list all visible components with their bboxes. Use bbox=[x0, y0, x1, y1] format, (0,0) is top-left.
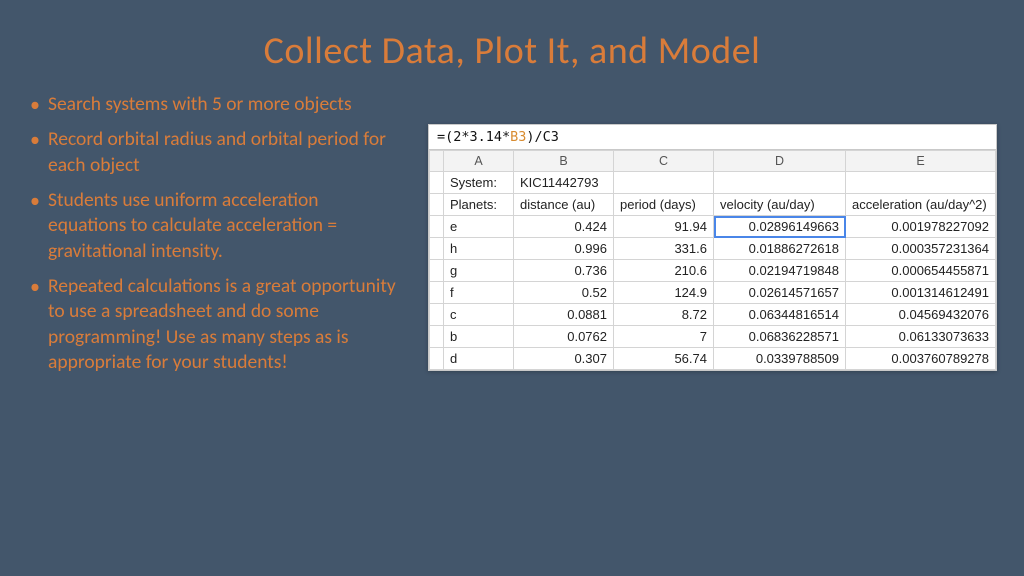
cell[interactable]: 0.06133073633 bbox=[846, 326, 996, 348]
cell[interactable]: 0.06836228571 bbox=[714, 326, 846, 348]
col-header[interactable]: E bbox=[846, 151, 996, 172]
row-stub bbox=[430, 348, 444, 370]
cell[interactable]: 91.94 bbox=[614, 216, 714, 238]
bullet-item: Record orbital radius and orbital period… bbox=[28, 127, 398, 178]
cell[interactable]: 0.04569432076 bbox=[846, 304, 996, 326]
formula-text: =(2*3.14* bbox=[437, 129, 510, 145]
cell[interactable]: System: bbox=[444, 172, 514, 194]
row-stub bbox=[430, 304, 444, 326]
column-header-row: A B C D E bbox=[430, 151, 996, 172]
spreadsheet: =(2*3.14*B3)/C3 A B C D E System: KIC1 bbox=[428, 124, 997, 371]
cell[interactable]: 0.01886272618 bbox=[714, 238, 846, 260]
cell[interactable]: 0.0881 bbox=[514, 304, 614, 326]
formula-bar[interactable]: =(2*3.14*B3)/C3 bbox=[429, 125, 996, 150]
cell[interactable]: 7 bbox=[614, 326, 714, 348]
col-header[interactable]: D bbox=[714, 151, 846, 172]
cell[interactable]: 0.001314612491 bbox=[846, 282, 996, 304]
cell[interactable]: distance (au) bbox=[514, 194, 614, 216]
header-stub bbox=[430, 151, 444, 172]
table-row: d 0.307 56.74 0.0339788509 0.00376078927… bbox=[430, 348, 996, 370]
cell[interactable]: 0.06344816514 bbox=[714, 304, 846, 326]
cell[interactable]: c bbox=[444, 304, 514, 326]
cell[interactable]: 0.307 bbox=[514, 348, 614, 370]
row-stub bbox=[430, 172, 444, 194]
selected-cell[interactable]: 0.02896149663 bbox=[714, 216, 846, 238]
bullet-column: Search systems with 5 or more objects Re… bbox=[28, 92, 398, 385]
slide-body: Search systems with 5 or more objects Re… bbox=[0, 74, 1024, 385]
bullet-item: Students use uniform acceleration equati… bbox=[28, 188, 398, 264]
cell[interactable]: 0.0339788509 bbox=[714, 348, 846, 370]
cell[interactable] bbox=[714, 172, 846, 194]
cell[interactable]: 0.02194719848 bbox=[714, 260, 846, 282]
row-stub bbox=[430, 326, 444, 348]
formula-cell-ref: B3 bbox=[510, 129, 526, 145]
table-row: f 0.52 124.9 0.02614571657 0.00131461249… bbox=[430, 282, 996, 304]
bullet-list: Search systems with 5 or more objects Re… bbox=[28, 92, 398, 375]
cell[interactable]: 0.000357231364 bbox=[846, 238, 996, 260]
row-stub bbox=[430, 238, 444, 260]
cell[interactable]: 210.6 bbox=[614, 260, 714, 282]
cell[interactable]: h bbox=[444, 238, 514, 260]
cell[interactable]: 0.52 bbox=[514, 282, 614, 304]
cell[interactable]: 331.6 bbox=[614, 238, 714, 260]
cell[interactable]: b bbox=[444, 326, 514, 348]
cell[interactable]: velocity (au/day) bbox=[714, 194, 846, 216]
spreadsheet-column: =(2*3.14*B3)/C3 A B C D E System: KIC1 bbox=[398, 92, 997, 385]
cell[interactable]: 0.001978227092 bbox=[846, 216, 996, 238]
table-row: h 0.996 331.6 0.01886272618 0.0003572313… bbox=[430, 238, 996, 260]
cell[interactable]: 0.736 bbox=[514, 260, 614, 282]
col-header[interactable]: A bbox=[444, 151, 514, 172]
cell[interactable] bbox=[614, 172, 714, 194]
row-stub bbox=[430, 282, 444, 304]
cell[interactable]: f bbox=[444, 282, 514, 304]
col-header[interactable]: C bbox=[614, 151, 714, 172]
bullet-item: Repeated calculations is a great opportu… bbox=[28, 274, 398, 375]
table-row: c 0.0881 8.72 0.06344816514 0.0456943207… bbox=[430, 304, 996, 326]
row-stub bbox=[430, 260, 444, 282]
formula-text: )/C3 bbox=[526, 129, 559, 145]
cell[interactable]: 0.000654455871 bbox=[846, 260, 996, 282]
table-row: b 0.0762 7 0.06836228571 0.06133073633 bbox=[430, 326, 996, 348]
cell[interactable]: period (days) bbox=[614, 194, 714, 216]
table-row: g 0.736 210.6 0.02194719848 0.0006544558… bbox=[430, 260, 996, 282]
cell[interactable]: d bbox=[444, 348, 514, 370]
cell[interactable]: 0.996 bbox=[514, 238, 614, 260]
cell[interactable]: 0.02614571657 bbox=[714, 282, 846, 304]
cell[interactable]: 0.424 bbox=[514, 216, 614, 238]
cell[interactable]: 0.0762 bbox=[514, 326, 614, 348]
cell[interactable]: 56.74 bbox=[614, 348, 714, 370]
cell[interactable]: 124.9 bbox=[614, 282, 714, 304]
row-stub bbox=[430, 194, 444, 216]
cell[interactable]: 0.003760789278 bbox=[846, 348, 996, 370]
col-header[interactable]: B bbox=[514, 151, 614, 172]
cell[interactable]: Planets: bbox=[444, 194, 514, 216]
table-row: Planets: distance (au) period (days) vel… bbox=[430, 194, 996, 216]
cell[interactable]: KIC11442793 bbox=[514, 172, 614, 194]
cell[interactable]: g bbox=[444, 260, 514, 282]
spreadsheet-grid[interactable]: A B C D E System: KIC11442793 Planets: bbox=[429, 150, 996, 370]
slide-title: Collect Data, Plot It, and Model bbox=[0, 0, 1024, 74]
bullet-item: Search systems with 5 or more objects bbox=[28, 92, 398, 117]
row-stub bbox=[430, 216, 444, 238]
cell[interactable]: acceleration (au/day^2) bbox=[846, 194, 996, 216]
cell[interactable]: e bbox=[444, 216, 514, 238]
cell[interactable] bbox=[846, 172, 996, 194]
cell[interactable]: 8.72 bbox=[614, 304, 714, 326]
table-row: System: KIC11442793 bbox=[430, 172, 996, 194]
table-row: e 0.424 91.94 0.02896149663 0.0019782270… bbox=[430, 216, 996, 238]
